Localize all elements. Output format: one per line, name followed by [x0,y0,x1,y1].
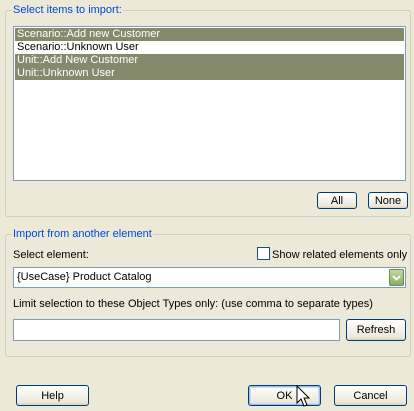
limit-types-label: Limit selection to these Object Types on… [13,298,373,310]
help-button[interactable]: Help [16,385,89,406]
list-item[interactable]: Scenario::Add new Customer [15,28,404,41]
select-element-label: Select element: [13,249,89,261]
show-related-label[interactable]: Show related elements only [272,249,407,262]
list-item[interactable]: Scenario::Unknown User [15,41,404,54]
refresh-button[interactable]: Refresh [346,319,406,341]
select-none-button[interactable]: None [368,192,408,209]
element-select-value: {UseCase} Product Catalog [17,271,152,283]
cancel-button[interactable]: Cancel [334,385,407,406]
element-select[interactable]: {UseCase} Product Catalog [13,267,406,288]
import-items-title: Select items to import: [12,3,123,17]
mouse-pointer-icon [296,385,310,407]
object-types-input[interactable] [13,319,340,341]
chevron-down-icon[interactable] [389,269,404,286]
import-items-listbox[interactable]: Scenario::Add new Customer Scenario::Unk… [13,26,406,181]
ok-button[interactable]: OK [248,385,321,406]
list-item[interactable]: Unit::Unknown User [15,67,404,80]
list-item[interactable]: Unit::Add New Customer [15,54,404,67]
another-element-title: Import from another element [12,227,153,241]
show-related-checkbox[interactable] [257,247,270,260]
select-all-button[interactable]: All [317,192,357,209]
